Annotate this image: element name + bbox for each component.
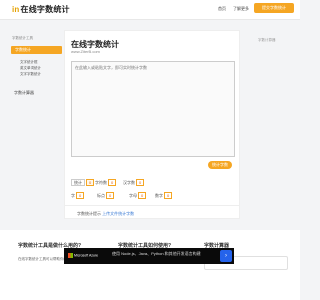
sidebar: 字数统计工具 字数统计 文字统计框 英文单词统计 文字字数统计 字数计算器 <box>8 26 62 126</box>
stat-digits: 数字 0 <box>155 192 173 199</box>
sidebar-subitem-1[interactable]: 文字统计框 <box>20 60 38 65</box>
ad-banner[interactable]: Microsoft Azure 使用 Node.js、Java、Python 和… <box>64 248 234 264</box>
stat-hanzi: 汉字数 0 <box>123 179 145 186</box>
logo-mark: in <box>12 5 20 14</box>
stat-label: 标点 <box>97 193 105 198</box>
stat-label: 汉字数 <box>123 180 135 185</box>
ad-text: 使用 Node.js、Java、Python 和其他开发语言构建 <box>112 251 201 256</box>
site-logo[interactable]: in在线字数统计 <box>12 4 70 15</box>
stat-value: 0 <box>138 192 147 199</box>
right-panel-title: 字数计算器 <box>258 38 276 42</box>
stat-letters: 字母 0 <box>129 192 147 199</box>
top-navbar: in在线字数统计 首页 了解更多 提交字数统计 <box>0 0 300 20</box>
submit-count-button[interactable]: 提交字数统计 <box>254 3 294 13</box>
stat-value: 0 <box>76 192 85 199</box>
text-input-area[interactable] <box>71 61 235 157</box>
ad-brand: Microsoft Azure <box>68 253 98 258</box>
sidebar-subitem-2[interactable]: 英文单词统计 <box>20 66 41 71</box>
stat-value: 0 <box>164 192 173 199</box>
stat-label: 统计 <box>71 179 85 186</box>
sidebar-item-calculator[interactable]: 字数计算器 <box>14 90 34 96</box>
hint-text: 字数统计提示 上传文件统计字数 <box>77 211 134 217</box>
count-button[interactable]: 统计字数 <box>208 161 232 169</box>
page-url: www.ZiterB.com <box>71 49 100 54</box>
stat-label: 字母 <box>129 193 137 198</box>
sidebar-title: 字数统计工具 <box>12 36 33 40</box>
stat-label: 字 <box>71 193 75 198</box>
sidebar-subitem-3[interactable]: 文字字数统计 <box>20 72 41 77</box>
hint-bar: 字数统计提示 上传文件统计字数 <box>64 205 240 219</box>
chevron-right-icon[interactable]: › <box>220 250 232 262</box>
stat-value: 0 <box>108 179 117 186</box>
info-section: 字数统计工具是做什么用的? 在线字数统计工具可以帮助你统计文字字数， 字数统计工… <box>0 230 300 300</box>
ad-brand-label: Microsoft Azure <box>74 253 99 258</box>
stat-label: 数字 <box>155 193 163 198</box>
nav-more-link[interactable]: 了解更多 <box>233 6 249 12</box>
stat-words: 字0 <box>71 192 85 199</box>
sidebar-item-word-count[interactable]: 字数统计 <box>11 46 62 54</box>
upload-file-link[interactable]: 上传文件统计字数 <box>102 211 134 216</box>
hint-prefix: 字数统计提示 <box>77 211 101 216</box>
stat-value: 0 <box>136 179 145 186</box>
stat-label: 字符数 <box>95 180 107 185</box>
logo-text: 在线字数统计 <box>20 5 70 14</box>
stat-value: 0 <box>86 179 95 186</box>
stat-value: 0 <box>106 192 115 199</box>
nav-home-link[interactable]: 首页 <box>218 6 226 12</box>
main-panel: 在线字数统计 www.ZiterB.com 统计字数 统计0 字符数0 汉字数0… <box>64 30 240 206</box>
microsoft-logo-icon <box>68 253 73 258</box>
stat-total: 统计 0 <box>71 179 95 186</box>
right-panel: 字数计算器 <box>250 30 294 70</box>
stat-chars: 字符数 0 <box>95 179 117 186</box>
stat-punct: 标点 0 <box>97 192 115 199</box>
